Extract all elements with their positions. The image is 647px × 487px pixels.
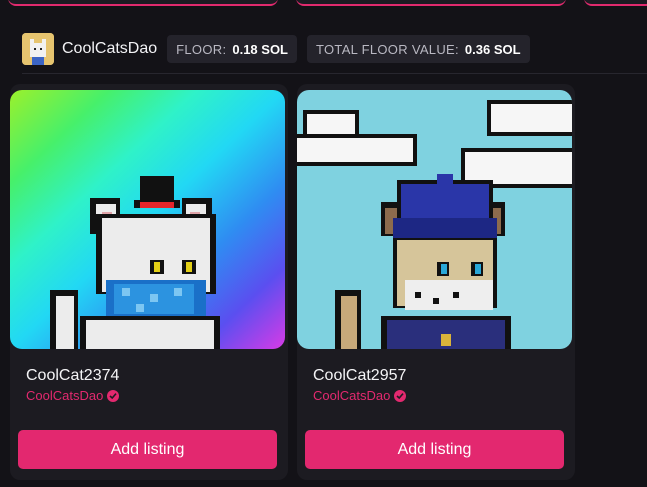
nft-collection-link[interactable]: CoolCatsDao bbox=[26, 388, 120, 403]
beanie-cat-image bbox=[297, 90, 572, 349]
header-divider bbox=[22, 73, 647, 74]
floor-label: FLOOR: bbox=[176, 41, 227, 57]
rainbow-cat-image bbox=[10, 90, 285, 349]
nft-title[interactable]: CoolCat2374 bbox=[26, 367, 119, 385]
collection-avatar[interactable] bbox=[22, 33, 54, 65]
total-floor-value-label: TOTAL FLOOR VALUE: bbox=[316, 41, 459, 57]
floor-value: 0.18 SOL bbox=[232, 41, 288, 57]
nft-card[interactable]: CoolCat2374 CoolCatsDao Add listing bbox=[10, 84, 288, 480]
nft-collection-name[interactable]: CoolCatsDao bbox=[26, 388, 103, 403]
floor-stat: FLOOR: 0.18 SOL bbox=[167, 35, 297, 63]
collection-header: CoolCatsDao FLOOR: 0.18 SOL TOTAL FLOOR … bbox=[22, 33, 530, 65]
total-floor-value-stat: TOTAL FLOOR VALUE: 0.36 SOL bbox=[307, 35, 530, 63]
add-listing-button[interactable]: Add listing bbox=[305, 430, 564, 469]
nft-collection-link[interactable]: CoolCatsDao bbox=[313, 388, 407, 403]
cool-cat-avatar-icon bbox=[22, 33, 54, 65]
nft-card[interactable]: CoolCat2957 CoolCatsDao Add listing bbox=[297, 84, 575, 480]
nft-image[interactable] bbox=[10, 90, 285, 349]
verified-check-icon bbox=[107, 389, 120, 402]
collection-name[interactable]: CoolCatsDao bbox=[62, 40, 157, 58]
verified-check-icon bbox=[394, 389, 407, 402]
nft-collection-name[interactable]: CoolCatsDao bbox=[313, 388, 390, 403]
previous-row-edge bbox=[0, 0, 647, 8]
previous-card-bottom bbox=[8, 0, 278, 6]
previous-card-bottom bbox=[296, 0, 566, 6]
nft-image[interactable] bbox=[297, 90, 572, 349]
nft-title[interactable]: CoolCat2957 bbox=[313, 367, 406, 385]
add-listing-button[interactable]: Add listing bbox=[18, 430, 277, 469]
total-floor-value-value: 0.36 SOL bbox=[464, 41, 521, 57]
previous-card-bottom bbox=[584, 0, 647, 6]
